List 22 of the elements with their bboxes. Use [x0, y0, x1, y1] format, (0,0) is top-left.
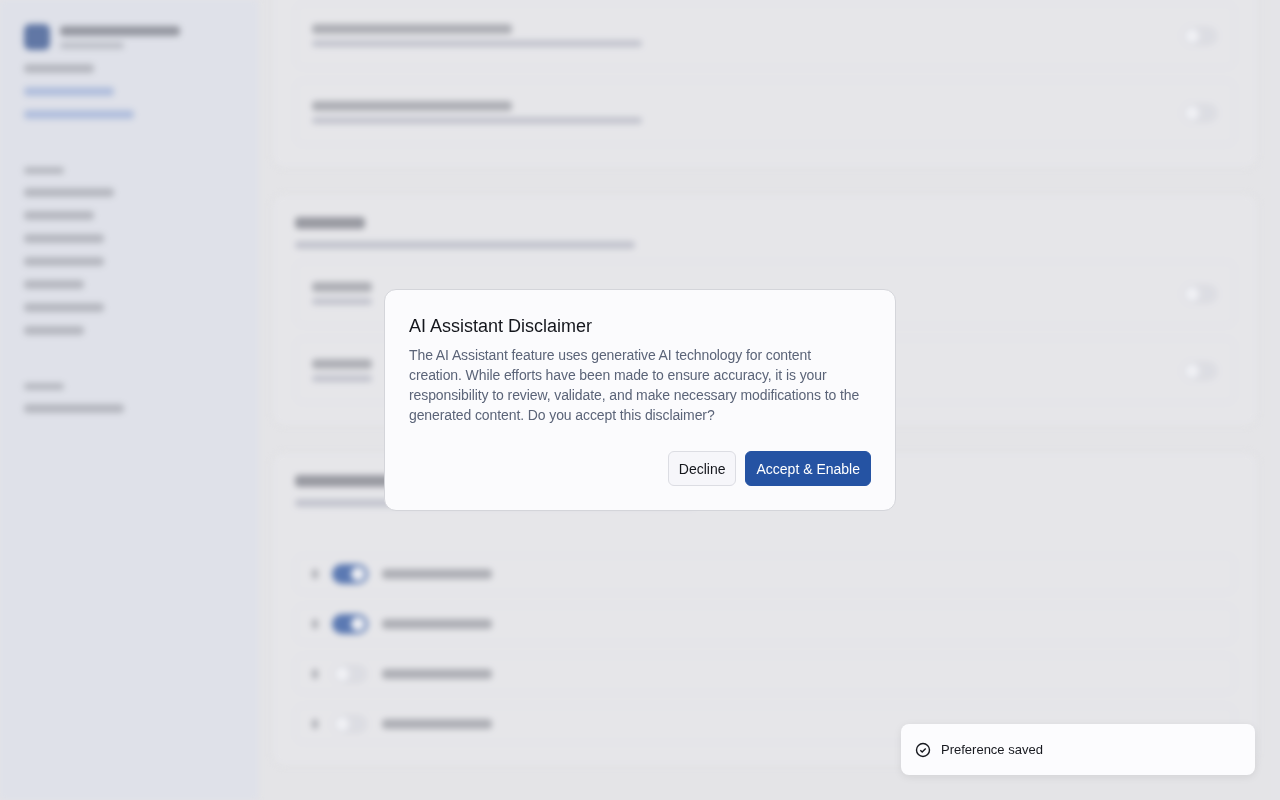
- toast-message: Preference saved: [941, 742, 1043, 757]
- blurred-text: [24, 280, 84, 289]
- blurred-text: [24, 326, 84, 335]
- dialog-text: The AI Assistant feature uses generative AI technology for content creation. While efforts have been made to ensure accuracy, it is your responsibility to review, validate, and make necessary modifications to the generated content. Do you accept this disclaimer?: [409, 346, 861, 425]
- blurred-text: [312, 719, 318, 729]
- blurred-text: [312, 669, 318, 679]
- accept-button[interactable]: Accept & Enable: [745, 451, 871, 486]
- blurred-text: [295, 217, 365, 229]
- logo-icon: [24, 24, 50, 50]
- blurred-text: [312, 619, 318, 629]
- decline-button[interactable]: Decline: [667, 451, 737, 486]
- toggle-switch[interactable]: [332, 564, 368, 584]
- blurred-text: [312, 359, 372, 369]
- blurred-text: [312, 569, 318, 579]
- blurred-text: [24, 167, 64, 174]
- blurred-text: [312, 282, 372, 292]
- blurred-text: [24, 383, 64, 390]
- dialog-title: AI Assistant Disclaimer: [409, 316, 594, 337]
- blurred-text: [24, 211, 94, 220]
- blurred-text: [24, 64, 94, 73]
- toggle-switch[interactable]: [332, 614, 368, 634]
- check-circle-icon: [915, 741, 931, 758]
